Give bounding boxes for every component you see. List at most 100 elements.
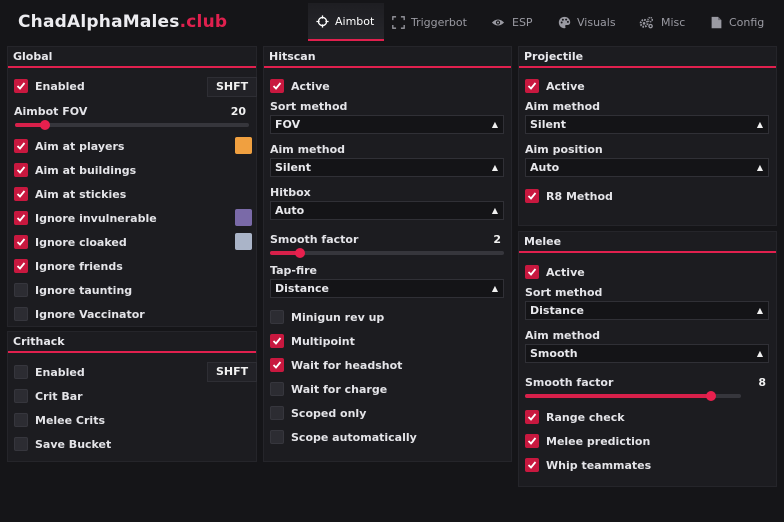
checkbox-box[interactable] [525,434,539,448]
invulnerable-color-swatch[interactable] [235,209,252,226]
crithack-enabled-checkbox[interactable]: Enabled [14,363,85,381]
aim-stickies-checkbox[interactable]: Aim at stickies [14,185,126,203]
checkbox-box[interactable] [14,187,28,201]
checkbox-label: Active [546,265,585,279]
checkbox-box[interactable] [270,382,284,396]
melee-crits-checkbox[interactable]: Melee Crits [14,411,105,429]
slider-knob[interactable] [40,120,51,130]
checkbox-box[interactable] [270,79,284,93]
fov-slider[interactable] [15,120,249,130]
players-color-swatch[interactable] [235,137,252,154]
slider-knob[interactable] [705,391,716,401]
melee-prediction-checkbox[interactable]: Melee prediction [525,432,650,450]
global-keybind-button[interactable]: SHFT [207,77,258,97]
minigun-rev-checkbox[interactable]: Minigun rev up [270,308,384,326]
whip-teammates-checkbox[interactable]: Whip teammates [525,456,651,474]
checkbox-box[interactable] [270,310,284,324]
check-icon [272,82,282,90]
checkbox-box[interactable] [14,365,28,379]
checkbox-box[interactable] [14,437,28,451]
checkbox-box[interactable] [14,283,28,297]
tab-aimbot[interactable]: Aimbot [308,3,384,41]
ignore-invulnerable-checkbox[interactable]: Ignore invulnerable [14,209,157,227]
aim-method-dropdown[interactable]: Silent ▲ [270,158,504,177]
check-icon [527,192,537,200]
save-bucket-checkbox[interactable]: Save Bucket [14,435,111,453]
scope-auto-checkbox[interactable]: Scope automatically [270,428,417,446]
checkbox-label: Minigun rev up [291,310,385,324]
projectile-active-checkbox[interactable]: Active [525,77,585,95]
checkbox-label: Save Bucket [35,437,112,451]
tab-triggerbot[interactable]: Triggerbot [384,3,475,41]
wait-charge-checkbox[interactable]: Wait for charge [270,380,387,398]
checkbox-label: Whip teammates [546,458,652,472]
check-icon [16,214,26,222]
slider-knob[interactable] [295,248,306,258]
ignore-friends-checkbox[interactable]: Ignore friends [14,257,123,275]
checkbox-label: Multipoint [291,334,355,348]
hitscan-active-checkbox[interactable]: Active [270,77,330,95]
tab-esp[interactable]: ESP [482,3,541,41]
tab-label: Aimbot [335,14,375,28]
crit-bar-checkbox[interactable]: Crit Bar [14,387,83,405]
check-icon [16,142,26,150]
eye-icon [491,18,505,26]
checkbox-box[interactable] [14,307,28,321]
melee-aim-dropdown[interactable]: Smooth ▲ [525,344,769,363]
checkbox-box[interactable] [14,389,28,403]
checkbox-box[interactable] [525,265,539,279]
ignore-vaccinator-checkbox[interactable]: Ignore Vaccinator [14,305,145,323]
global-panel: Global Enabled SHFT Aimbot FOV 20 Aim at… [7,46,258,327]
checkbox-box[interactable] [525,410,539,424]
checkbox-box[interactable] [270,430,284,444]
aim-buildings-checkbox[interactable]: Aim at buildings [14,161,136,179]
checkbox-box[interactable] [525,189,539,203]
tap-fire-dropdown[interactable]: Distance ▲ [270,279,504,298]
cloaked-color-swatch[interactable] [235,233,252,250]
checkbox-box[interactable] [525,79,539,93]
check-icon [527,413,537,421]
checkbox-box[interactable] [14,235,28,249]
caret-up-icon: ▲ [756,306,763,315]
r8-method-checkbox[interactable]: R8 Method [525,187,613,205]
scoped-only-checkbox[interactable]: Scoped only [270,404,366,422]
crithack-keybind-button[interactable]: SHFT [207,362,258,382]
melee-smooth-slider[interactable] [525,391,741,401]
dropdown-value: Silent [275,161,312,174]
ignore-taunting-checkbox[interactable]: Ignore taunting [14,281,132,299]
checkbox-box[interactable] [14,211,28,225]
range-check-checkbox[interactable]: Range check [525,408,625,426]
melee-sort-dropdown[interactable]: Distance ▲ [525,301,769,320]
ignore-cloaked-checkbox[interactable]: Ignore cloaked [14,233,127,251]
hitbox-dropdown[interactable]: Auto ▲ [270,201,504,220]
projectile-aim-dropdown[interactable]: Silent ▲ [525,115,769,134]
checkbox-box[interactable] [14,413,28,427]
checkbox-label: Enabled [35,79,85,93]
bracket-icon [392,15,405,29]
check-icon [527,82,537,90]
checkbox-box[interactable] [14,79,28,93]
sort-method-dropdown[interactable]: FOV ▲ [270,115,504,134]
checkbox-box[interactable] [14,259,28,273]
aim-position-dropdown[interactable]: Auto ▲ [525,158,769,177]
crithack-panel: Crithack Enabled SHFT Crit Bar Melee Cri… [7,331,258,462]
aim-players-checkbox[interactable]: Aim at players [14,137,124,155]
hitscan-panel: Hitscan Active Sort method FOV ▲ Aim meth… [263,46,512,462]
tab-misc[interactable]: Misc [630,3,693,41]
melee-active-checkbox[interactable]: Active [525,263,585,281]
wait-headshot-checkbox[interactable]: Wait for headshot [270,356,402,374]
checkbox-box[interactable] [270,358,284,372]
smooth-factor-slider[interactable] [270,248,504,258]
global-enabled-checkbox[interactable]: Enabled [14,77,85,95]
checkbox-box[interactable] [525,458,539,472]
checkbox-label: Active [291,79,330,93]
tab-config[interactable]: Config [702,3,772,41]
checkbox-box[interactable] [270,406,284,420]
multipoint-checkbox[interactable]: Multipoint [270,332,355,350]
checkbox-box[interactable] [14,139,28,153]
tab-visuals[interactable]: Visuals [550,3,624,41]
caret-up-icon: ▲ [756,349,763,358]
sort-method-label: Sort method [270,100,348,113]
checkbox-box[interactable] [14,163,28,177]
checkbox-box[interactable] [270,334,284,348]
